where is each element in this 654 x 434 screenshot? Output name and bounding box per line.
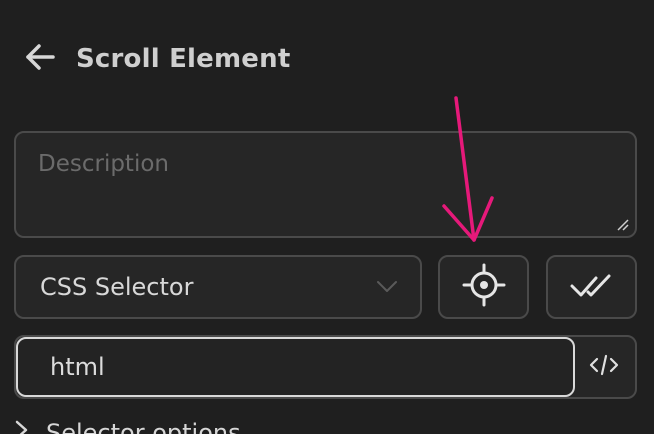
selector-field-group bbox=[14, 335, 637, 399]
selector-input[interactable] bbox=[16, 337, 575, 397]
crosshair-icon bbox=[461, 262, 507, 312]
page-title: Scroll Element bbox=[76, 44, 291, 74]
chevron-right-icon bbox=[14, 418, 30, 434]
description-input[interactable] bbox=[16, 133, 635, 236]
arrow-left-icon bbox=[22, 39, 58, 79]
resize-grip-icon[interactable] bbox=[615, 216, 629, 231]
description-container bbox=[14, 131, 637, 238]
selector-options-toggle[interactable]: Selector options bbox=[14, 418, 241, 434]
scroll-element-panel: Scroll Element CSS Selector bbox=[0, 0, 654, 434]
find-by-selected-label: CSS Selector bbox=[40, 273, 194, 301]
double-check-icon bbox=[569, 270, 615, 304]
element-picker-button[interactable] bbox=[438, 255, 529, 319]
code-icon bbox=[588, 353, 620, 381]
selector-options-label: Selector options bbox=[46, 419, 241, 434]
header: Scroll Element bbox=[18, 34, 290, 84]
code-view-button[interactable] bbox=[573, 337, 635, 397]
chevron-down-icon bbox=[376, 278, 398, 297]
selector-controls-row: CSS Selector bbox=[14, 255, 637, 319]
back-button[interactable] bbox=[18, 37, 62, 81]
find-by-select[interactable]: CSS Selector bbox=[14, 255, 422, 319]
verify-selector-button[interactable] bbox=[546, 255, 637, 319]
